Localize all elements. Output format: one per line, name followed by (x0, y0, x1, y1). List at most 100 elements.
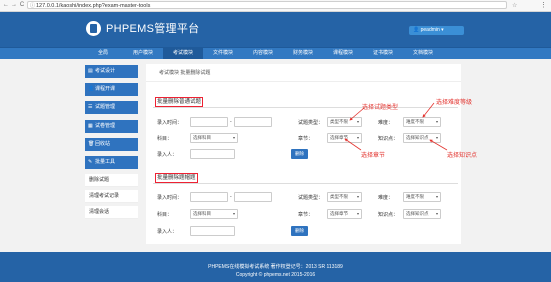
knowledge-point-label: 知识点： (378, 136, 399, 142)
sidebar-item-exam-design[interactable]: ▤ 考试设计 (85, 65, 138, 78)
start-date-input[interactable] (190, 192, 228, 202)
subject-label: 科目： (157, 212, 173, 218)
select-value: 选择章节 (330, 135, 348, 140)
forward-icon[interactable]: → (11, 2, 17, 8)
chevron-down-icon: ▾ (356, 119, 359, 124)
nav-item-finance[interactable]: 财务模块 (283, 48, 323, 59)
entrant-input[interactable] (190, 226, 235, 236)
nav-item-global[interactable]: 全局 (83, 48, 123, 59)
sidebar-item-label: 试卷管理 (95, 123, 116, 129)
annotation-select-chapter: 选择章节 (361, 153, 386, 159)
select-value: 选择科目 (193, 211, 211, 216)
select-value: 选择章节 (330, 211, 348, 216)
address-bar[interactable]: ⓘ 127.0.0.1/kaoshi/index.php?exam-master… (27, 1, 507, 9)
url-text: 127.0.0.1/kaoshi/index.php?exam-master-t… (36, 3, 151, 9)
chevron-down-icon: ▾ (435, 194, 438, 199)
list-icon: ▤ (88, 68, 93, 74)
chevron-down-icon: ▾ (435, 119, 438, 124)
chapter-label: 章节： (298, 136, 314, 142)
chevron-down-icon: ▾ (232, 135, 235, 140)
menu-icon: ☰ (88, 104, 93, 110)
select-value: 选择科目 (193, 135, 211, 140)
entrant-label: 录入人： (157, 152, 178, 158)
sidebar-item-batch-tools[interactable]: ✎ 批量工具 (85, 156, 138, 169)
question-type-label: 试题类型： (298, 195, 324, 201)
select-value: 难度不限 (406, 194, 424, 199)
chevron-down-icon: ▾ (356, 211, 359, 216)
nav-item-course[interactable]: 课程模块 (323, 48, 363, 59)
chapter-select[interactable]: 选择章节 ▾ (327, 133, 362, 143)
select-value: 选择知识点 (406, 135, 429, 140)
difficulty-label: 难度： (378, 195, 394, 201)
user-menu-button[interactable]: 👤 peadmin ▾ (409, 26, 464, 35)
pencil-icon: ✎ (88, 159, 93, 165)
divider (153, 183, 458, 184)
start-date-input[interactable] (190, 117, 228, 127)
nav-item-users[interactable]: 用户模块 (123, 48, 163, 59)
entrant-input[interactable] (190, 149, 235, 159)
nav-item-content[interactable]: 内容模块 (243, 48, 283, 59)
chevron-down-icon: ▾ (435, 135, 438, 140)
annotation-select-knowledge: 选择知识点 (447, 153, 478, 159)
back-icon[interactable]: ← (3, 2, 9, 8)
brand-title: PHPEMS管理平台 (106, 23, 200, 35)
entry-time-label: 录入时间： (157, 195, 183, 201)
question-type-select[interactable]: 类型不限 ▾ (327, 117, 362, 127)
grid-icon: ▦ (88, 123, 93, 129)
sidebar-item-recycle[interactable]: 🗑 回收站 (85, 138, 138, 151)
delete-button[interactable]: 删除 (291, 226, 308, 236)
chapter-select[interactable]: 选择章节 ▾ (327, 209, 362, 219)
bookmark-star-icon[interactable]: ☆ (512, 2, 517, 9)
nav-item-docs[interactable]: 文档模块 (403, 48, 443, 59)
nav-item-certificate[interactable]: 证书模块 (363, 48, 403, 59)
breadcrumb: 考试模块 批量删除试题 (146, 64, 461, 82)
select-value: 类型不限 (330, 119, 348, 124)
sidebar-sub-delete-questions[interactable]: 删除试题 (85, 174, 138, 187)
sidebar-sub-clear-records[interactable]: 清理考试记录 (85, 190, 138, 203)
nav-item-exam[interactable]: 考试模块 (163, 48, 203, 59)
browser-menu-icon[interactable]: ⋮ (540, 1, 547, 9)
sidebar-item-label: 批量工具 (95, 159, 116, 165)
sidebar-item-label: 回收站 (95, 141, 111, 147)
knowledge-point-label: 知识点： (378, 212, 399, 218)
knowledge-point-select[interactable]: 选择知识点 ▾ (403, 209, 441, 219)
select-value: 类型不限 (330, 194, 348, 199)
user-icon: 👤 (88, 86, 95, 92)
info-icon[interactable]: ⓘ (30, 2, 35, 10)
sidebar-sub-clear-sessions[interactable]: 清理会话 (85, 206, 138, 219)
delete-button[interactable]: 删除 (291, 149, 308, 159)
logo-icon (86, 21, 101, 36)
sidebar-item-papers[interactable]: ▦ 试卷管理 (85, 120, 138, 133)
browser-toolbar: ← → C ⓘ 127.0.0.1/kaoshi/index.php?exam-… (0, 0, 551, 12)
nav-item-files[interactable]: 文件模块 (203, 48, 243, 59)
subject-select[interactable]: 选择科目 ▾ (190, 133, 238, 143)
range-dash: - (230, 119, 232, 125)
sidebar-item-label: 试题管理 (95, 104, 116, 110)
end-date-input[interactable] (234, 117, 272, 127)
select-value: 难度不限 (406, 119, 424, 124)
sidebar-item-questions[interactable]: ☰ 试题管理 (85, 101, 138, 114)
difficulty-label: 难度： (378, 120, 394, 126)
difficulty-select[interactable]: 难度不限 ▾ (403, 117, 441, 127)
subject-select[interactable]: 选择科目 ▾ (190, 209, 238, 219)
divider (153, 107, 458, 108)
footer-copyright-registration: PHPEMS在线模拟考试系统 著作权登记号：2013 SR 113189 (208, 264, 343, 270)
entrant-label: 录入人： (157, 229, 178, 235)
reload-icon[interactable]: C (19, 2, 25, 8)
difficulty-select[interactable]: 难度不限 ▾ (403, 192, 441, 202)
main-nav: 全局 用户模块 考试模块 文件模块 内容模块 财务模块 课程模块 证书模块 文档… (0, 47, 551, 59)
question-type-label: 试题类型： (298, 120, 324, 126)
range-dash: - (230, 194, 232, 200)
select-value: 选择知识点 (406, 211, 429, 216)
chevron-down-icon: ▾ (435, 211, 438, 216)
chevron-down-icon: ▾ (356, 135, 359, 140)
knowledge-point-select[interactable]: 选择知识点 ▾ (403, 133, 441, 143)
annotation-select-type: 选择试题类型 (362, 105, 399, 111)
chevron-down-icon: ▾ (232, 211, 235, 216)
sidebar-item-course[interactable]: 👤 课程开课 (85, 83, 138, 96)
question-type-select[interactable]: 类型不限 ▾ (327, 192, 362, 202)
footer-copyright: Copyright © phpems.net 2015-2016 (235, 272, 316, 278)
end-date-input[interactable] (234, 192, 272, 202)
chapter-label: 章节： (298, 212, 314, 218)
annotation-select-difficulty: 选择难度等级 (436, 100, 473, 106)
